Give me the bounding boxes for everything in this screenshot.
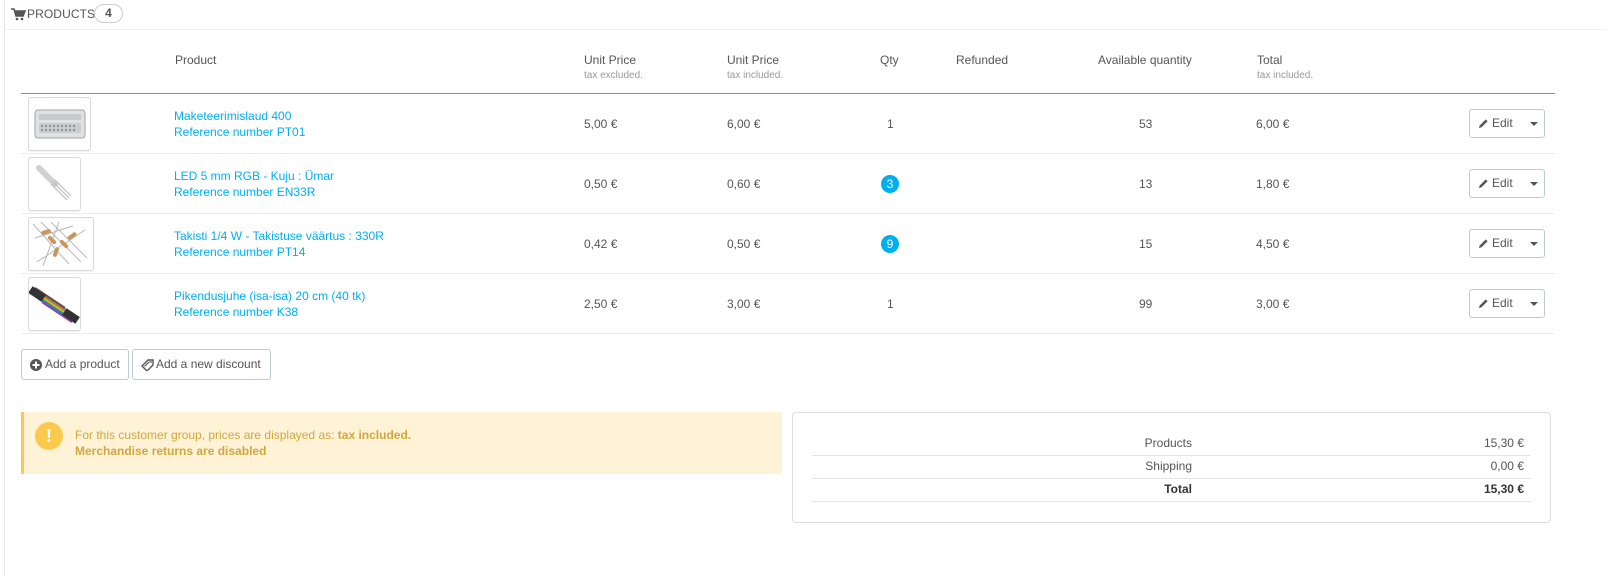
table-row: LED 5 mm RGB - Kuju : Ümar Reference num… [21, 154, 1555, 214]
edit-dropdown-toggle[interactable] [1522, 230, 1544, 257]
product-link[interactable]: Pikendusjuhe (isa-isa) 20 cm (40 tk) Ref… [174, 288, 365, 320]
alert-tax-message: For this customer group, prices are disp… [75, 428, 412, 442]
line-total: 4,50 € [1256, 237, 1290, 251]
product-count-badge: 4 [94, 4, 123, 23]
product-image[interactable] [28, 217, 94, 271]
quantity: 9 [881, 214, 899, 274]
unit-price-incl: 0,60 € [727, 177, 761, 191]
unit-price-incl: 0,50 € [727, 237, 761, 251]
quantity: 3 [881, 154, 899, 214]
tax-info-alert: ! For this customer group, prices are di… [21, 412, 782, 474]
product-link[interactable]: Takisti 1/4 W - Takistuse väärtus : 330R… [174, 228, 384, 260]
available-quantity: 15 [1139, 237, 1153, 251]
exclamation-icon: ! [35, 422, 63, 450]
products-table: Product Unit Price tax excluded. Unit Pri… [21, 44, 1555, 334]
alert-returns-message: Merchandise returns are disabled [75, 444, 267, 458]
pencil-icon [1479, 239, 1488, 248]
edit-dropdown-toggle[interactable] [1522, 110, 1544, 137]
edit-button-group: Edit [1469, 169, 1545, 198]
totals-row-shipping: Shipping 0,00 € [812, 456, 1531, 479]
shopping-cart-icon [11, 8, 26, 21]
edit-dropdown-toggle[interactable] [1522, 170, 1544, 197]
table-row: Maketeerimislaud 400 Reference number PT… [21, 94, 1555, 154]
add-product-button[interactable]: Add a product [21, 349, 129, 380]
col-unit-price-excl: Unit Price tax excluded. [584, 53, 643, 81]
panel-title: PRODUCTS [27, 7, 96, 21]
add-discount-button[interactable]: Add a new discount [132, 349, 271, 380]
col-available: Available quantity [1098, 53, 1192, 67]
unit-price-excl: 5,00 € [584, 117, 618, 131]
table-header: Product Unit Price tax excluded. Unit Pri… [21, 44, 1555, 94]
edit-button[interactable]: Edit [1470, 170, 1522, 197]
unit-price-incl: 3,00 € [727, 297, 761, 311]
col-refunded: Refunded [956, 53, 1009, 67]
edit-button[interactable]: Edit [1470, 290, 1522, 317]
col-unit-price-incl: Unit Price tax included. [727, 53, 784, 81]
line-total: 3,00 € [1256, 297, 1290, 311]
pencil-icon [1479, 119, 1488, 128]
table-row: Takisti 1/4 W - Takistuse väärtus : 330R… [21, 214, 1555, 274]
product-image[interactable] [28, 157, 81, 211]
product-image[interactable] [28, 277, 81, 331]
edit-button-group: Edit [1469, 229, 1545, 258]
panel-heading: PRODUCTS 4 [5, 0, 1605, 30]
unit-price-incl: 6,00 € [727, 117, 761, 131]
products-panel: PRODUCTS 4 Product Unit Price tax exclude… [4, 0, 1612, 576]
available-quantity: 99 [1139, 297, 1153, 311]
ticket-icon [141, 359, 154, 371]
unit-price-excl: 2,50 € [584, 297, 618, 311]
product-image[interactable] [28, 97, 91, 151]
plus-circle-icon [30, 359, 42, 371]
pencil-icon [1479, 179, 1488, 188]
col-qty: Qty [880, 53, 899, 67]
edit-button-group: Edit [1469, 109, 1545, 138]
line-total: 6,00 € [1256, 117, 1290, 131]
quantity-badge: 3 [881, 174, 899, 193]
edit-button[interactable]: Edit [1470, 230, 1522, 257]
col-product: Product [175, 53, 217, 67]
product-link[interactable]: LED 5 mm RGB - Kuju : Ümar Reference num… [174, 168, 334, 200]
totals-row-products: Products 15,30 € [812, 433, 1531, 456]
available-quantity: 53 [1139, 117, 1153, 131]
edit-button[interactable]: Edit [1470, 110, 1522, 137]
line-total: 1,80 € [1256, 177, 1290, 191]
totals-panel: Products 15,30 € Shipping 0,00 € Total 1… [792, 412, 1551, 523]
col-total: Total tax included. [1257, 53, 1314, 81]
unit-price-excl: 0,42 € [584, 237, 618, 251]
quantity: 1 [887, 117, 894, 131]
pencil-icon [1479, 299, 1488, 308]
unit-price-excl: 0,50 € [584, 177, 618, 191]
quantity-badge: 9 [881, 234, 899, 253]
totals-row-total: Total 15,30 € [812, 479, 1531, 502]
edit-button-group: Edit [1469, 289, 1545, 318]
quantity: 1 [887, 297, 894, 311]
edit-dropdown-toggle[interactable] [1522, 290, 1544, 317]
product-link[interactable]: Maketeerimislaud 400 Reference number PT… [174, 108, 305, 140]
table-row: Pikendusjuhe (isa-isa) 20 cm (40 tk) Ref… [21, 274, 1555, 334]
available-quantity: 13 [1139, 177, 1153, 191]
